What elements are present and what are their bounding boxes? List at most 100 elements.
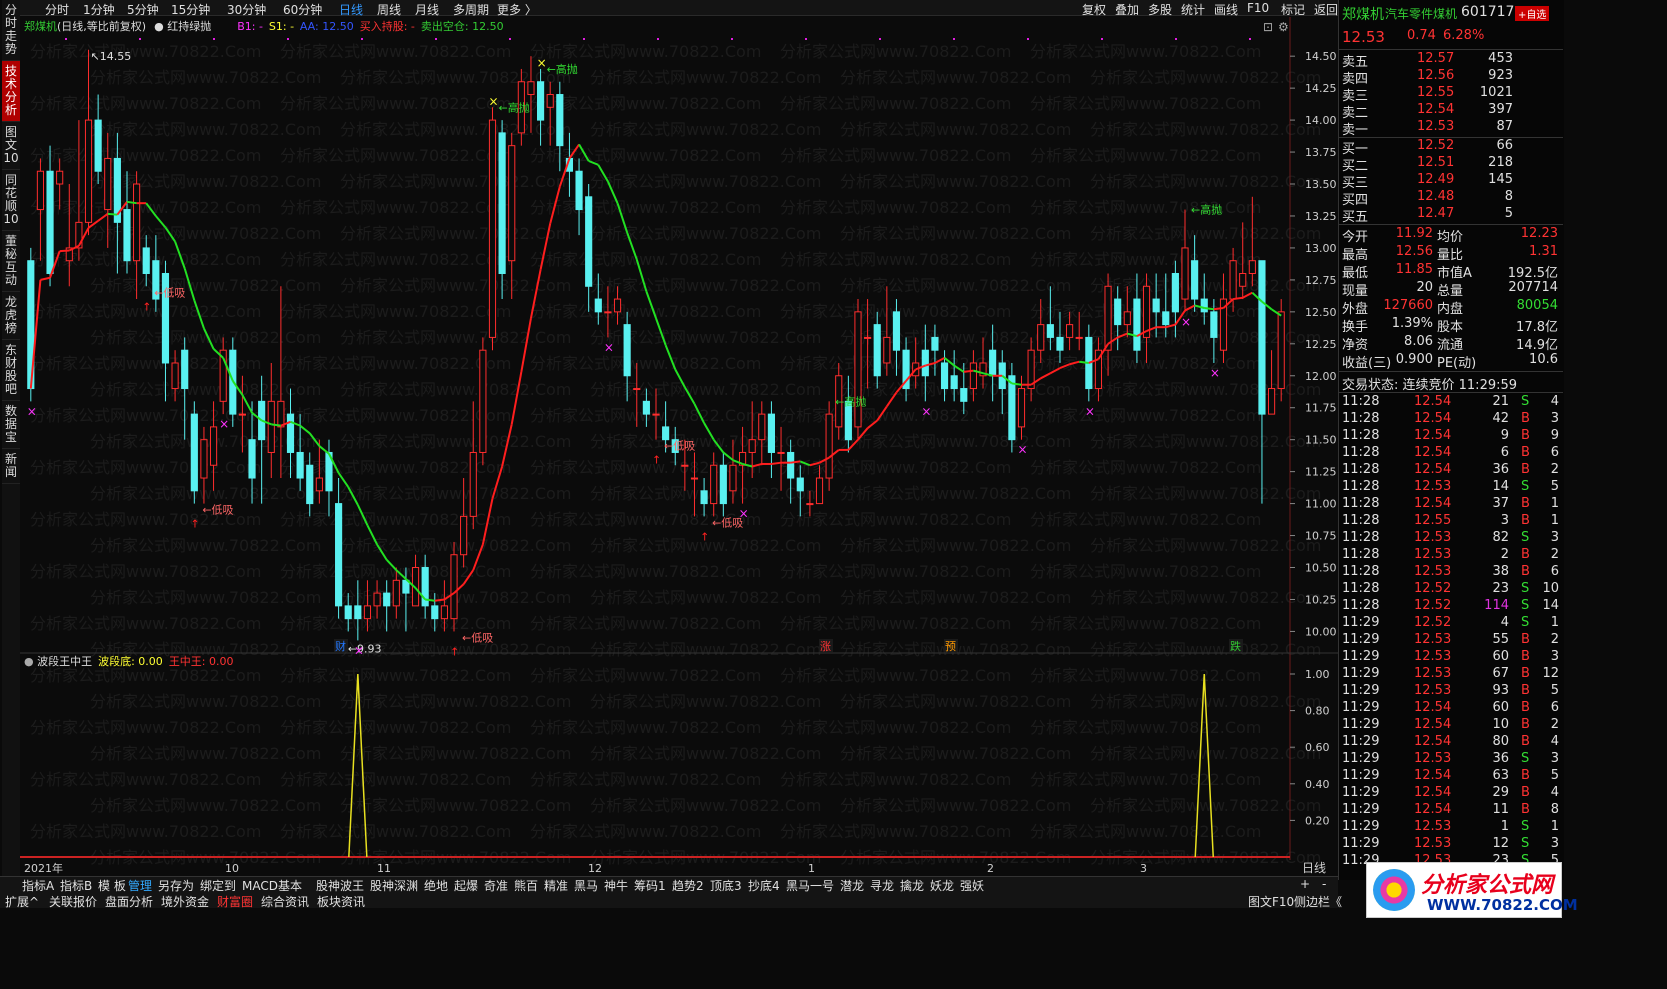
info-tab-3[interactable]: 境外资金 [161,893,209,910]
sell-signal-label: ←高抛 [835,394,866,408]
zoom-in-icon[interactable]: + [1300,877,1310,891]
period-tab-0[interactable]: 分时 [45,1,69,18]
indicator-tab-2[interactable]: 模 板 [98,877,126,894]
tick-row: 11:28 12.53 2 B 2 [1342,547,1559,562]
nav-item-7[interactable]: 数据宝 [2,401,20,449]
sub-axis-label: 0.40 [1305,778,1330,791]
indicator-tab-18[interactable]: 顶底3 [710,877,742,894]
info-tab-4[interactable]: 财富圈 [217,893,253,910]
indicator-tab-21[interactable]: 潜龙 [840,877,864,894]
collapse-icon[interactable]: 《 [1330,893,1342,910]
nav-item-6[interactable]: 东财股吧 [2,340,20,401]
indicator-tab-22[interactable]: 寻龙 [870,877,894,894]
tick-row: 11:29 12.53 36 S 3 [1342,751,1559,766]
event-label[interactable]: 涨 [820,640,831,653]
indicator-tab-8[interactable]: 股神深渊 [370,877,418,894]
indicator-tab-9[interactable]: 绝地 [424,877,448,894]
watermark-text: 分析家公式网www.70822.Com [1090,380,1321,399]
stock-label: 郑煤机 [24,19,57,33]
price-axis-label: 10.75 [1305,530,1337,543]
info-tab-1[interactable]: 关联报价 [49,893,97,910]
period-tab-1[interactable]: 1分钟 [83,1,115,18]
nav-item-8[interactable]: 新闻 [2,449,20,484]
period-tab-9[interactable]: 多周期 [453,1,489,18]
tick-row: 11:28 12.54 21 S 4 [1342,394,1559,409]
sub-axis-label: 0.60 [1305,741,1330,754]
indicator-tab-24[interactable]: 妖龙 [930,877,954,894]
toolbar-1[interactable]: 叠加 [1115,1,1139,18]
stat-row: 今开 11.92 均价 12.23 [1342,226,1558,245]
watermark-text: 分析家公式网www.70822.Com [90,744,321,763]
nav-item-0[interactable]: 分时走势 [2,0,20,61]
watermark-text: 分析家公式网www.70822.Com [840,796,1071,815]
indicator-tab-11[interactable]: 奇准 [484,877,508,894]
buy-arrow-icon: ↑ [190,518,199,531]
add-watchlist-button[interactable]: +自选 [1515,6,1550,21]
nav-item-2[interactable]: 图文10 [2,122,20,170]
watermark-text: 分析家公式网www.70822.Com [1030,718,1261,737]
indicator-tab-0[interactable]: 指标A [22,877,54,894]
divider [1339,392,1563,393]
toolbar-5[interactable]: F10 [1247,1,1269,15]
indicator-tab-15[interactable]: 神牛 [604,877,628,894]
indicator-name: ● 红持绿抛 [154,19,211,33]
trade-status: 交易状态: 连续竞价 11:29:59 [1342,378,1518,393]
indicator-tab-7[interactable]: 股神波王 [316,877,364,894]
zoom-out-icon[interactable]: - [1322,877,1326,891]
nav-item-5[interactable]: 龙虎榜 [2,292,20,340]
nav-item-3[interactable]: 同花顺10 [2,170,20,231]
watermark-text: 分析家公式网www.70822.Com [840,68,1071,87]
indicator-tab-6[interactable]: MACD基本 [242,877,302,894]
toolbar-4[interactable]: 画线 [1214,1,1238,18]
indicator-tab-20[interactable]: 黑马一号 [786,877,834,894]
indicator-tab-5[interactable]: 绑定到 [200,877,236,894]
watermark-text: 分析家公式网www.70822.Com [530,42,761,61]
signal-dot [65,38,67,40]
indicator-tab-19[interactable]: 抄底4 [748,877,780,894]
period-tab-5[interactable]: 60分钟 [283,1,322,18]
indicator-tab-4[interactable]: 另存为 [158,877,194,894]
event-label[interactable]: 预 [945,640,956,653]
maximize-icon[interactable]: ⊡ [1263,20,1273,34]
indicator-tab-10[interactable]: 起爆 [454,877,478,894]
info-tab-0[interactable]: 扩展^ [5,893,39,910]
period-tab-7[interactable]: 周线 [377,1,401,18]
watermark-text: 分析家公式网www.70822.Com [840,120,1071,139]
indicator-tab-13[interactable]: 精准 [544,877,568,894]
toolbar-2[interactable]: 多股 [1148,1,1172,18]
period-tab-6[interactable]: 日线 [339,1,363,18]
indicator-tab-16[interactable]: 筹码1 [634,877,666,894]
indicator-tab-1[interactable]: 指标B [60,877,92,894]
indicator-tab-14[interactable]: 黑马 [574,877,598,894]
toolbar-3[interactable]: 统计 [1181,1,1205,18]
sidebar-button[interactable]: 侧边栏 [1294,893,1330,910]
period-tab-4[interactable]: 30分钟 [227,1,266,18]
kline-chart[interactable]: 分析家公式网www.70822.Com 分析家公式网www.70822.Com 分析… [20,17,1338,877]
info-tab-5[interactable]: 综合资讯 [261,893,309,910]
f10-button[interactable]: 图文F10 [1248,893,1294,910]
watermark-text: 分析家公式网www.70822.Com [530,770,761,789]
indicator-tab-25[interactable]: 强妖 [960,877,984,894]
toolbar-6[interactable]: 标记 [1281,1,1305,18]
period-tab-8[interactable]: 月线 [415,1,439,18]
nav-item-4[interactable]: 董秘互动 [2,231,20,292]
date-axis-label: 2 [987,862,994,875]
toolbar-7[interactable]: 返回 [1314,1,1338,18]
indicator-tab-17[interactable]: 趋势2 [672,877,704,894]
period-tab-2[interactable]: 5分钟 [127,1,159,18]
event-label[interactable]: 财 [335,639,346,653]
watermark-text: 分析家公式网www.70822.Com [1030,770,1261,789]
toolbar-0[interactable]: 复权 [1082,1,1106,18]
indicator-tab-12[interactable]: 熊百 [514,877,538,894]
period-tab-10[interactable]: 更多 〉 [497,1,537,18]
indicator-tab-3[interactable]: 管理 [128,877,152,894]
nav-item-1[interactable]: 技术分析 [2,61,20,122]
info-tab-2[interactable]: 盘面分析 [105,893,153,910]
period-tab-3[interactable]: 15分钟 [171,1,210,18]
settings-icon[interactable]: ⚙ [1278,20,1289,34]
tick-row: 11:29 12.53 1 S 1 [1342,819,1559,834]
info-tab-6[interactable]: 板块资讯 [317,893,365,910]
event-label[interactable]: 跌 [1230,639,1241,653]
indicator-tab-23[interactable]: 擒龙 [900,877,924,894]
watermark-text: 分析家公式网www.70822.Com [840,432,1071,451]
